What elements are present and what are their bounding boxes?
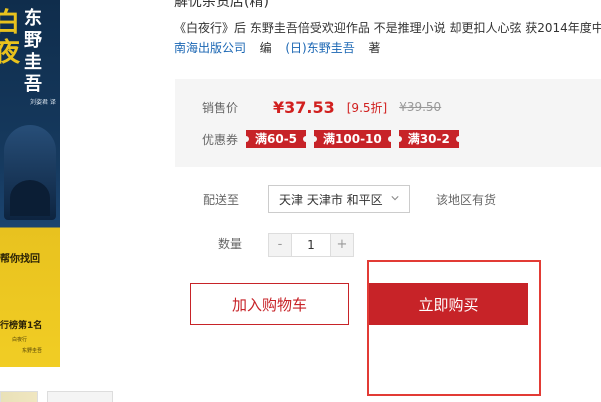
coupon-label: 优惠券 [202, 132, 239, 147]
current-price: ¥37.53 [273, 97, 335, 117]
region-value: 天津 天津市 和平区 [279, 192, 383, 207]
editor-label: 编 [259, 41, 272, 55]
cover-tagline: 帮你找回 [0, 254, 40, 265]
price-row: 销售价 ¥37.53 [9.5折] ¥39.50 [202, 95, 441, 119]
price-panel: 销售价 ¥37.53 [9.5折] ¥39.50 优惠券 满60-5 满100-… [175, 79, 601, 167]
original-price: ¥39.50 [399, 100, 442, 114]
publisher-line: 南海出版公司 编 (日)东野圭吾 著 [174, 39, 380, 56]
cover-small-text: 白夜行 [12, 337, 28, 343]
publisher-link[interactable]: 南海出版公司 [174, 41, 246, 55]
cover-illustration-shadow [10, 180, 50, 216]
coupon-30-2[interactable]: 满30-2 [395, 130, 462, 148]
thumbnail-2[interactable] [47, 391, 113, 402]
discount-badge: [9.5折] [346, 100, 388, 115]
cover-rank-tag: 行榜第1名 [0, 321, 43, 331]
buy-now-button[interactable]: 立即购买 [369, 283, 528, 325]
cover-small-text: 东野圭吾 [22, 348, 43, 354]
author-link[interactable]: (日)东野圭吾 [285, 41, 354, 55]
quantity-stepper: - 1 + [268, 233, 354, 257]
product-title: 解忧杂货店(精) [174, 0, 269, 10]
thumbnail-1[interactable] [0, 391, 38, 402]
product-subtitle: 《白夜行》后 东野圭吾倍受欢迎作品 不是推理小说 却更扣人心弦 获2014年度中 [174, 21, 601, 35]
author-suffix: 著 [368, 41, 381, 55]
book-cover-image[interactable]: 白 夜 东野圭吾 刘姿君 译 帮你找回 行榜第1名 白夜行 东野圭吾 [0, 0, 60, 367]
cover-translator: 刘姿君 译 [30, 99, 56, 106]
product-page: 白 夜 东野圭吾 刘姿君 译 帮你找回 行榜第1名 白夜行 东野圭吾 解忧杂货店… [0, 0, 601, 402]
quantity-input[interactable]: 1 [291, 234, 331, 256]
cover-title: 白 夜 [0, 8, 21, 68]
coupon-60-5[interactable]: 满60-5 [242, 130, 310, 148]
highlight-frame [367, 260, 541, 396]
stock-status: 该地区有货 [436, 193, 497, 207]
region-select[interactable]: 天津 天津市 和平区 [268, 185, 410, 213]
coupon-100-10[interactable]: 满100-10 [311, 130, 394, 148]
add-to-cart-button[interactable]: 加入购物车 [190, 283, 349, 325]
price-label: 销售价 [202, 100, 239, 115]
delivery-label: 配送至 [203, 193, 240, 207]
decrement-button[interactable]: - [269, 234, 291, 256]
coupon-row: 优惠券 满60-5 满100-10 满30-2 [202, 127, 467, 151]
increment-button[interactable]: + [331, 234, 353, 256]
quantity-label: 数量 [218, 237, 243, 251]
cover-author: 东野圭吾 [24, 8, 42, 95]
chevron-down-icon [391, 196, 399, 201]
